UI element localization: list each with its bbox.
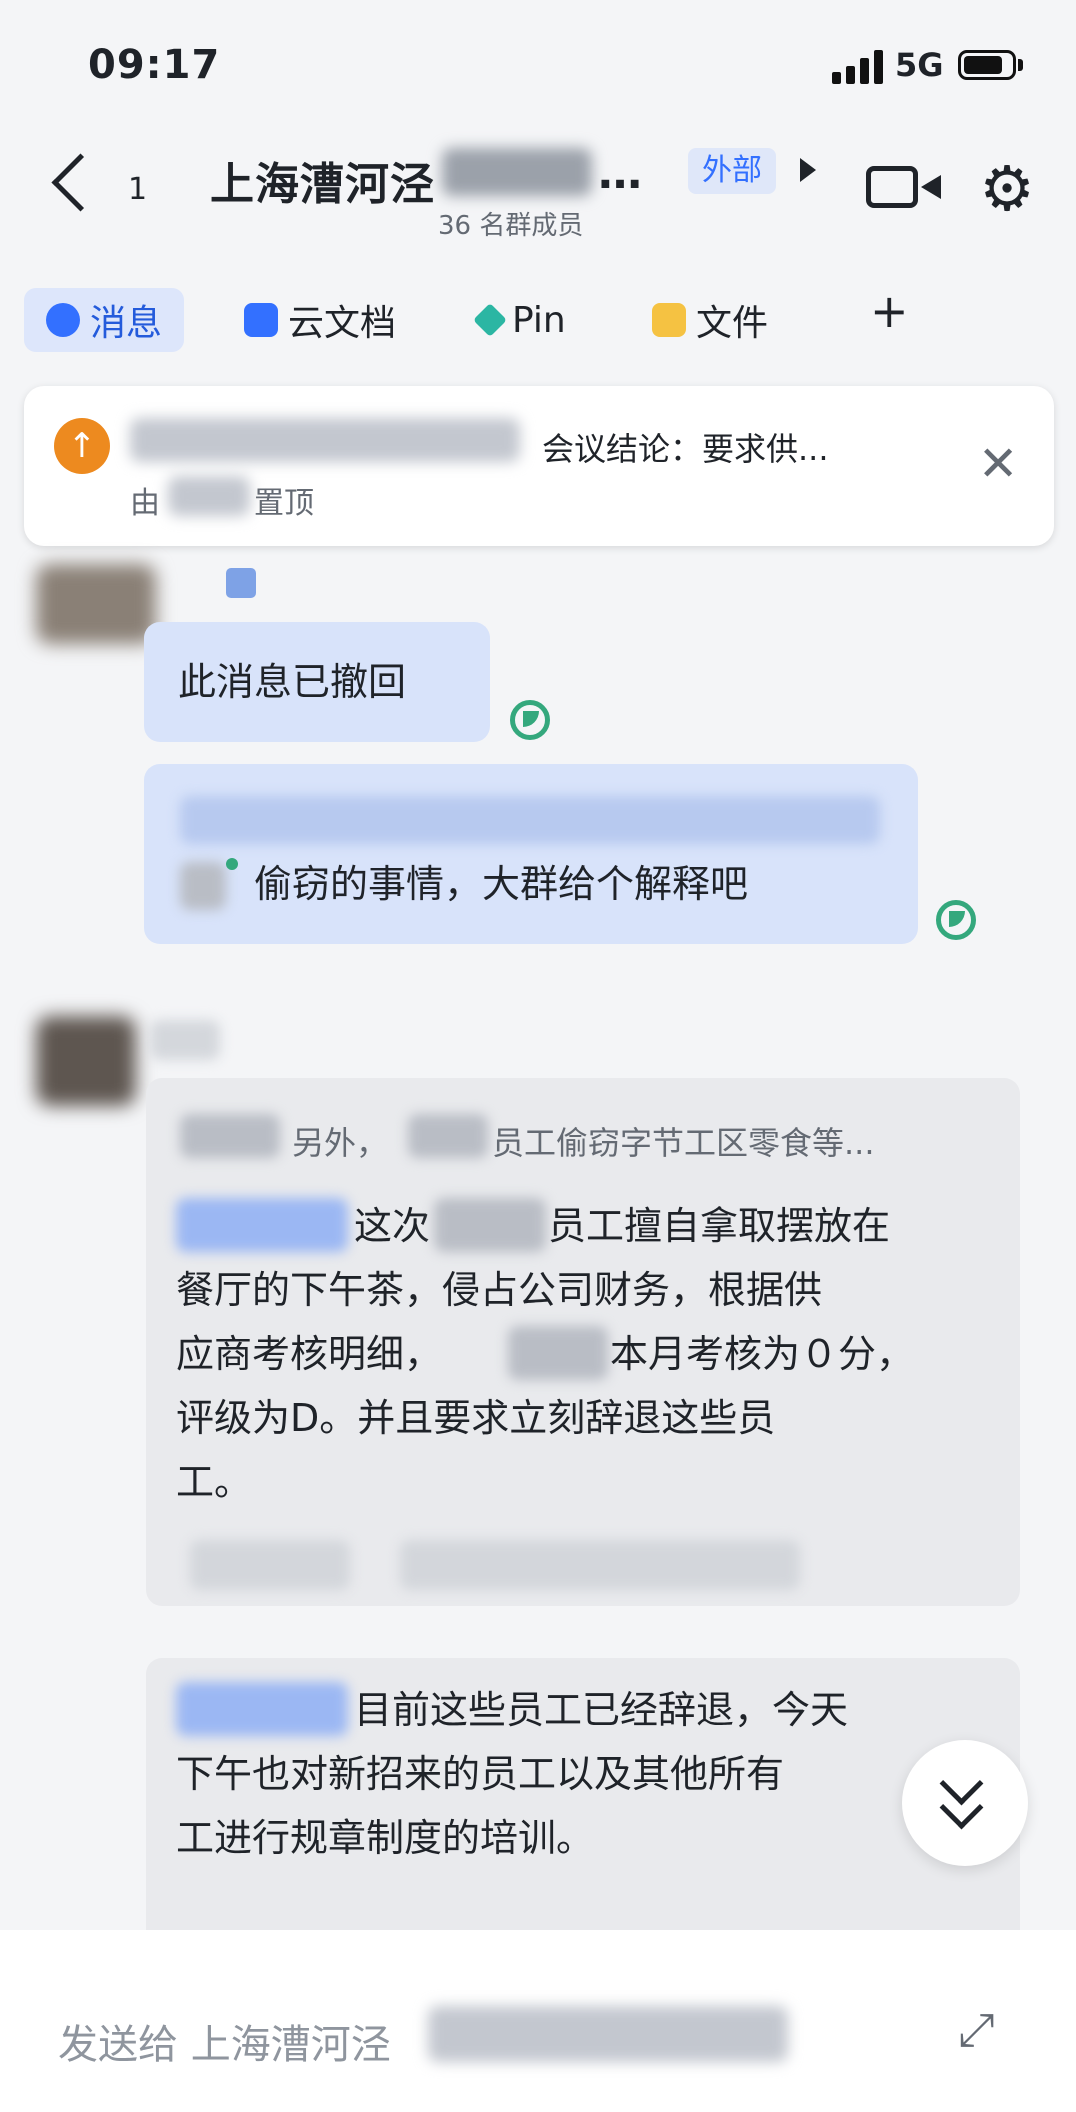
name-redaction: [508, 1326, 608, 1380]
tab-label: Pin: [512, 299, 566, 341]
quote-text: 员工偷窃字节工区零食等...: [492, 1124, 875, 1162]
reaction-redaction[interactable]: [190, 1540, 350, 1590]
pin-icon: [473, 303, 507, 337]
tab-label: 文件: [696, 303, 769, 344]
quote-prefix: 另外，: [292, 1124, 389, 1162]
external-tag: 外部: [688, 148, 776, 194]
expand-icon[interactable]: ⤢: [958, 2004, 1008, 2054]
online-dot: [226, 858, 238, 870]
avatar[interactable]: [36, 1016, 136, 1106]
video-call-icon[interactable]: [866, 166, 941, 208]
gear-icon[interactable]: ⚙: [976, 158, 1038, 220]
close-icon[interactable]: ✕: [978, 440, 1018, 488]
quote-author-redaction: [180, 1114, 280, 1158]
battery-icon: [958, 50, 1016, 80]
tab-pin[interactable]: Pin: [473, 288, 566, 352]
network-type: 5G: [895, 46, 944, 84]
back-icon[interactable]: [51, 153, 110, 212]
chat-title[interactable]: 上海漕河泾: [210, 148, 435, 212]
pinned-text: 会议结论：要求供...: [542, 430, 829, 468]
msg1-line5: 工。: [176, 1460, 253, 1504]
quote-redaction: [408, 1114, 488, 1158]
msg1-line1-a: 这次: [354, 1204, 431, 1248]
doc-icon: [244, 303, 278, 337]
chevron-down-icon: [939, 1785, 984, 1830]
mention-redaction: [176, 1682, 348, 1736]
play-icon[interactable]: [800, 158, 816, 182]
pinned-redaction: [130, 418, 520, 462]
tab-messages[interactable]: 消息: [24, 288, 185, 352]
member-count[interactable]: 36 名群成员: [438, 205, 583, 242]
msg1-line4: 评级为D。并且要求立刻辞退这些员: [176, 1396, 776, 1440]
pinned-by-suffix: 置顶: [254, 486, 314, 521]
signal-icon: [832, 50, 886, 84]
msg2-line3: 工进行规章制度的培训。: [176, 1816, 595, 1860]
read-status-icon: [936, 900, 976, 940]
recalled-text: 此消息已撤回: [178, 660, 407, 704]
status-time: 09:17: [88, 42, 221, 88]
pinned-message-card[interactable]: [24, 386, 1054, 546]
title-redaction: [442, 148, 592, 196]
battery-tip: [1018, 59, 1023, 71]
input-redaction: [428, 2006, 788, 2062]
pin-top-icon: ↑: [54, 418, 110, 474]
name-redaction: [434, 1198, 546, 1252]
chat-bubble-icon: [46, 303, 80, 337]
mention-redaction: [176, 1198, 348, 1252]
reply-quote-redaction: [180, 796, 880, 844]
scroll-down-button[interactable]: [902, 1740, 1028, 1866]
reply-bubble[interactable]: [144, 764, 918, 944]
sender-name-redaction: [150, 1020, 220, 1060]
pinned-by-redaction: [168, 476, 250, 516]
message-input[interactable]: 发送给 上海漕河泾: [58, 2012, 391, 2070]
msg1-line3-a: 应商考核明细，: [176, 1332, 443, 1376]
reply-text: 偷窃的事情，大群给个解释吧: [254, 862, 749, 906]
msg1-line2: 餐厅的下午茶，侵占公司财务，根据供: [176, 1268, 823, 1312]
tab-label: 云文档: [288, 303, 397, 344]
unread-count: 1: [128, 172, 148, 207]
title-ellipsis: …: [598, 148, 642, 199]
add-tab-icon[interactable]: +: [870, 284, 909, 338]
avatar[interactable]: [36, 564, 156, 644]
read-status-icon: [510, 700, 550, 740]
pinned-by-prefix: 由: [130, 486, 160, 521]
msg2-line2: 下午也对新招来的员工以及其他所有: [176, 1752, 785, 1796]
msg1-line1-b: 员工擅自拿取摆放在: [548, 1204, 891, 1248]
msg1-line3-b: 本月考核为０分，: [610, 1332, 915, 1376]
calendar-icon: [226, 568, 256, 598]
tab-label: 消息: [90, 303, 163, 344]
msg2-line1: 目前这些员工已经辞退，今天: [354, 1688, 849, 1732]
reaction-redaction[interactable]: [400, 1540, 800, 1590]
folder-icon: [652, 303, 686, 337]
mention-redaction: [180, 862, 226, 910]
tab-files[interactable]: 文件: [652, 288, 768, 352]
tab-docs[interactable]: 云文档: [244, 288, 396, 352]
